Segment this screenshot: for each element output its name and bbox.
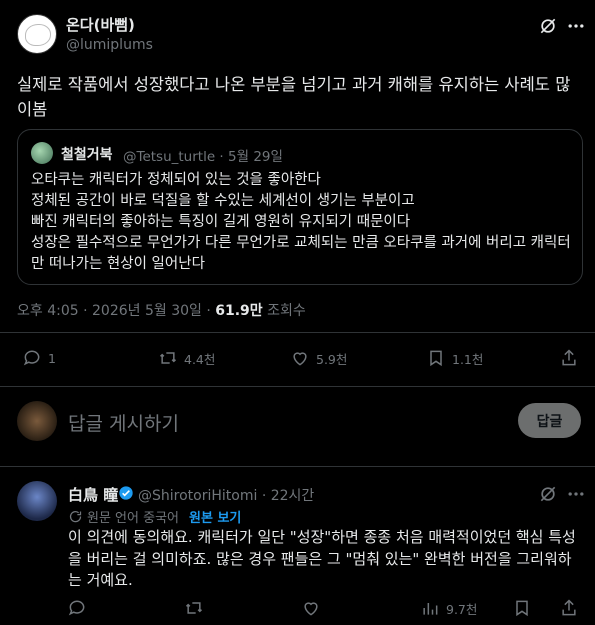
more-icon[interactable] <box>566 484 586 504</box>
quote-avatar <box>31 142 53 164</box>
reply-button[interactable]: 1 <box>22 348 56 368</box>
like-button[interactable]: 5.9천 <box>290 348 347 368</box>
view-count: 61.9만 <box>215 303 263 319</box>
avatar[interactable] <box>17 14 57 54</box>
bookmark-button[interactable]: 1.1천 <box>426 348 483 368</box>
bookmark-button[interactable] <box>512 598 532 618</box>
current-user-avatar <box>17 401 57 441</box>
translation-label: 원문 언어 중국어 <box>87 511 179 526</box>
post-meta: 오후 4:05 · 2026년 5월 30일 · 61.9만 조회수 <box>17 300 306 320</box>
reply-button[interactable] <box>67 598 87 618</box>
translate-icon <box>69 511 82 523</box>
reply-input[interactable]: 답글 게시하기 <box>68 409 179 436</box>
reply-icon <box>68 600 85 616</box>
show-original-link[interactable]: 원본 보기 <box>189 507 241 526</box>
verified-badge-icon <box>119 486 133 500</box>
like-button[interactable] <box>301 598 321 618</box>
quote-display-name: 철철거북 <box>61 147 113 163</box>
repost-icon <box>185 602 203 614</box>
reply-composer: 답글 게시하기 답글 <box>0 393 595 449</box>
analytics-icon <box>423 603 438 615</box>
bookmark-icon <box>516 600 528 617</box>
quote-text: 오타쿠는 캐릭터가 정체되어 있는 것을 좋아한다 정체된 공간이 바로 덕질을… <box>31 172 571 272</box>
divider <box>0 466 595 467</box>
repost-count: 4.4천 <box>184 351 216 367</box>
grok-icon[interactable] <box>538 484 558 504</box>
views-button[interactable]: 9.7천 <box>420 598 477 618</box>
timestamp[interactable]: 오후 4:05 · 2026년 5월 30일 · <box>17 303 215 319</box>
action-bar: 1 4.4천 5.9천 1.1천 <box>0 348 595 372</box>
more-icon[interactable] <box>566 16 586 36</box>
display-name[interactable]: 온다(바뻠) <box>66 14 135 35</box>
quote-handle-date: @Tetsu_turtle · 5월 29일 <box>123 149 283 165</box>
heart-icon <box>304 602 318 616</box>
share-icon <box>562 349 576 366</box>
repost-button[interactable]: 4.4천 <box>158 348 215 368</box>
bookmark-icon <box>430 350 442 367</box>
repost-icon <box>159 352 177 364</box>
comment-avatar[interactable] <box>17 481 57 521</box>
share-button[interactable] <box>559 598 579 618</box>
comment-display-name[interactable]: 白鳥 瞳 <box>68 484 118 505</box>
divider <box>0 332 595 333</box>
like-count: 5.9천 <box>316 351 348 367</box>
reply-count: 1 <box>48 350 56 366</box>
reply-submit-button[interactable]: 답글 <box>518 403 581 438</box>
heart-icon <box>293 352 307 366</box>
comment-handle-time[interactable]: @ShirotoriHitomi · 22시간 <box>138 485 314 505</box>
user-handle[interactable]: @lumiplums <box>66 37 153 53</box>
post-text: 실제로 작품에서 성장했다고 나온 부분을 넘기고 과거 캐해를 유지하는 사례… <box>17 75 571 119</box>
view-count: 9.7천 <box>446 601 478 617</box>
quoted-post[interactable]: 철철거북 @Tetsu_turtle · 5월 29일 오타쿠는 캐릭터가 정체… <box>17 129 583 285</box>
share-button[interactable] <box>559 348 579 368</box>
repost-button[interactable] <box>184 598 204 618</box>
bookmark-count: 1.1천 <box>452 351 484 367</box>
comment-text: 이 의견에 동의해요. 캐릭터가 일단 "성장"하면 종종 처음 매력적이었던 … <box>68 528 576 589</box>
grok-icon[interactable] <box>538 16 558 36</box>
divider <box>0 386 595 387</box>
share-icon <box>562 599 576 616</box>
views-label: 조회수 <box>262 303 306 319</box>
translation-notice: 원문 언어 중국어 원본 보기 <box>68 507 241 526</box>
comment-action-bar: 9.7천 <box>0 598 595 622</box>
reply-icon <box>23 350 40 366</box>
